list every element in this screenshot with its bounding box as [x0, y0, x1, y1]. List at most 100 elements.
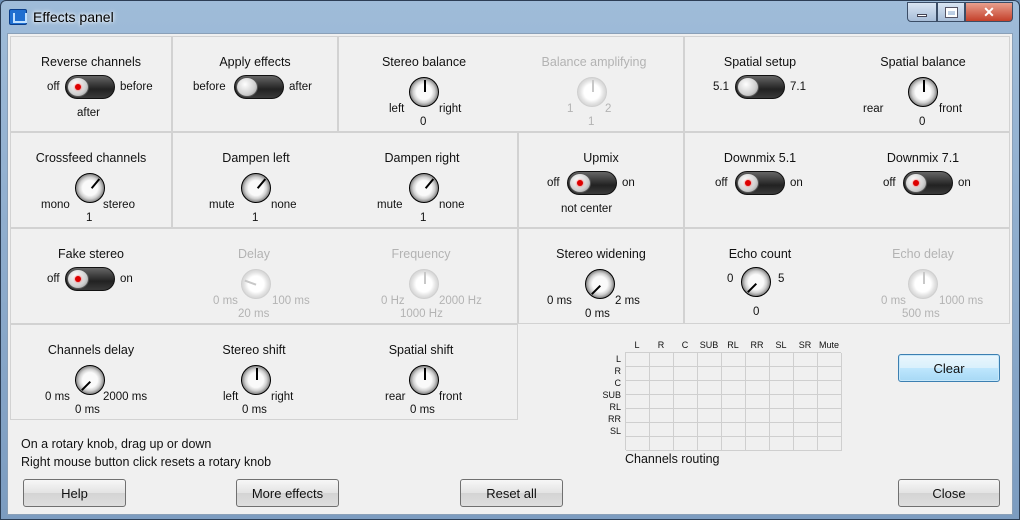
routing-cell[interactable]: [746, 367, 770, 381]
routing-cell[interactable]: [698, 409, 722, 423]
upmix-toggle[interactable]: [567, 171, 617, 195]
routing-cell[interactable]: [626, 367, 650, 381]
routing-cell[interactable]: [674, 437, 698, 451]
routing-cell[interactable]: [722, 437, 746, 451]
help-button[interactable]: Help: [23, 479, 126, 507]
routing-cell[interactable]: [626, 395, 650, 409]
routing-cell[interactable]: [698, 381, 722, 395]
upmix-title: Upmix: [583, 151, 619, 165]
routing-cell[interactable]: [722, 381, 746, 395]
routing-cell[interactable]: [698, 367, 722, 381]
routing-cell[interactable]: [650, 423, 674, 437]
delay-knob[interactable]: [238, 266, 274, 302]
routing-cell[interactable]: [746, 423, 770, 437]
routing-cell[interactable]: [794, 367, 818, 381]
routing-cell[interactable]: [770, 423, 794, 437]
routing-cell[interactable]: [746, 381, 770, 395]
routing-cell[interactable]: [770, 437, 794, 451]
crossfeed-knob[interactable]: [72, 170, 108, 206]
routing-cell[interactable]: [698, 437, 722, 451]
echo-count-knob[interactable]: [738, 264, 774, 300]
routing-cell[interactable]: [794, 395, 818, 409]
echo-delay-knob[interactable]: [905, 266, 941, 302]
close-window-button[interactable]: ✕: [965, 2, 1013, 22]
routing-cell[interactable]: [698, 395, 722, 409]
downmix71-toggle[interactable]: [903, 171, 953, 195]
routing-cell[interactable]: [746, 437, 770, 451]
routing-cell[interactable]: [794, 423, 818, 437]
routing-cell[interactable]: [674, 409, 698, 423]
routing-cell[interactable]: [746, 353, 770, 367]
dampen-left-knob[interactable]: [238, 170, 274, 206]
routing-cell[interactable]: [818, 353, 842, 367]
routing-cell[interactable]: [770, 353, 794, 367]
stereo-widening-knob[interactable]: [582, 266, 618, 302]
routing-cell[interactable]: [818, 381, 842, 395]
fake-stereo-on-label: on: [120, 273, 133, 285]
frequency-left-label: 0 Hz: [381, 295, 405, 307]
routing-cell[interactable]: [626, 437, 650, 451]
routing-cell[interactable]: [746, 409, 770, 423]
routing-cell[interactable]: [722, 409, 746, 423]
dampen-right-knob[interactable]: [406, 170, 442, 206]
routing-cell[interactable]: [650, 437, 674, 451]
spatial-setup-toggle[interactable]: [735, 75, 785, 99]
minimize-button[interactable]: [907, 2, 937, 22]
routing-cell[interactable]: [650, 353, 674, 367]
apply-effects-toggle[interactable]: [234, 75, 284, 99]
stereo-shift-knob[interactable]: [238, 362, 274, 398]
balance-amp-value: 1: [588, 116, 595, 128]
routing-cell[interactable]: [650, 395, 674, 409]
routing-cell[interactable]: [674, 381, 698, 395]
clear-routing-button[interactable]: Clear: [898, 354, 1000, 382]
routing-cell[interactable]: [626, 423, 650, 437]
stereo-balance-knob[interactable]: [406, 74, 442, 110]
close-button[interactable]: Close: [898, 479, 1000, 507]
routing-cell[interactable]: [626, 381, 650, 395]
routing-cell[interactable]: [746, 395, 770, 409]
channels-delay-knob[interactable]: [72, 362, 108, 398]
routing-cell[interactable]: [650, 367, 674, 381]
more-effects-button[interactable]: More effects: [236, 479, 339, 507]
routing-cell[interactable]: [770, 367, 794, 381]
routing-cell[interactable]: [770, 381, 794, 395]
routing-cell[interactable]: [674, 367, 698, 381]
routing-cell[interactable]: [674, 423, 698, 437]
spatial-shift-knob[interactable]: [406, 362, 442, 398]
routing-cell[interactable]: [650, 381, 674, 395]
title-bar[interactable]: Effects panel ✕: [1, 1, 1019, 33]
routing-cell[interactable]: [794, 409, 818, 423]
downmix51-toggle[interactable]: [735, 171, 785, 195]
stereo-widening-left-label: 0 ms: [547, 295, 572, 307]
routing-cell[interactable]: [674, 395, 698, 409]
routing-cell[interactable]: [722, 395, 746, 409]
frequency-knob[interactable]: [406, 266, 442, 302]
routing-cell[interactable]: [698, 353, 722, 367]
routing-cell[interactable]: [818, 367, 842, 381]
maximize-button[interactable]: [937, 2, 965, 22]
routing-cell[interactable]: [818, 437, 842, 451]
routing-cell[interactable]: [818, 409, 842, 423]
routing-cell[interactable]: [698, 423, 722, 437]
routing-cell[interactable]: [794, 353, 818, 367]
stereo-balance-value: 0: [420, 116, 427, 128]
routing-cell[interactable]: [650, 409, 674, 423]
routing-cell[interactable]: [818, 423, 842, 437]
channels-routing-matrix[interactable]: [625, 352, 842, 451]
routing-cell[interactable]: [770, 409, 794, 423]
routing-cell[interactable]: [794, 381, 818, 395]
routing-cell[interactable]: [770, 395, 794, 409]
fake-stereo-toggle[interactable]: [65, 267, 115, 291]
balance-amplifying-knob[interactable]: [574, 74, 610, 110]
routing-cell[interactable]: [626, 409, 650, 423]
routing-cell[interactable]: [818, 395, 842, 409]
reset-all-button[interactable]: Reset all: [460, 479, 563, 507]
spatial-balance-knob[interactable]: [905, 74, 941, 110]
routing-cell[interactable]: [674, 353, 698, 367]
reverse-channels-toggle[interactable]: [65, 75, 115, 99]
routing-cell[interactable]: [722, 423, 746, 437]
routing-cell[interactable]: [722, 353, 746, 367]
routing-cell[interactable]: [626, 353, 650, 367]
routing-cell[interactable]: [794, 437, 818, 451]
routing-cell[interactable]: [722, 367, 746, 381]
